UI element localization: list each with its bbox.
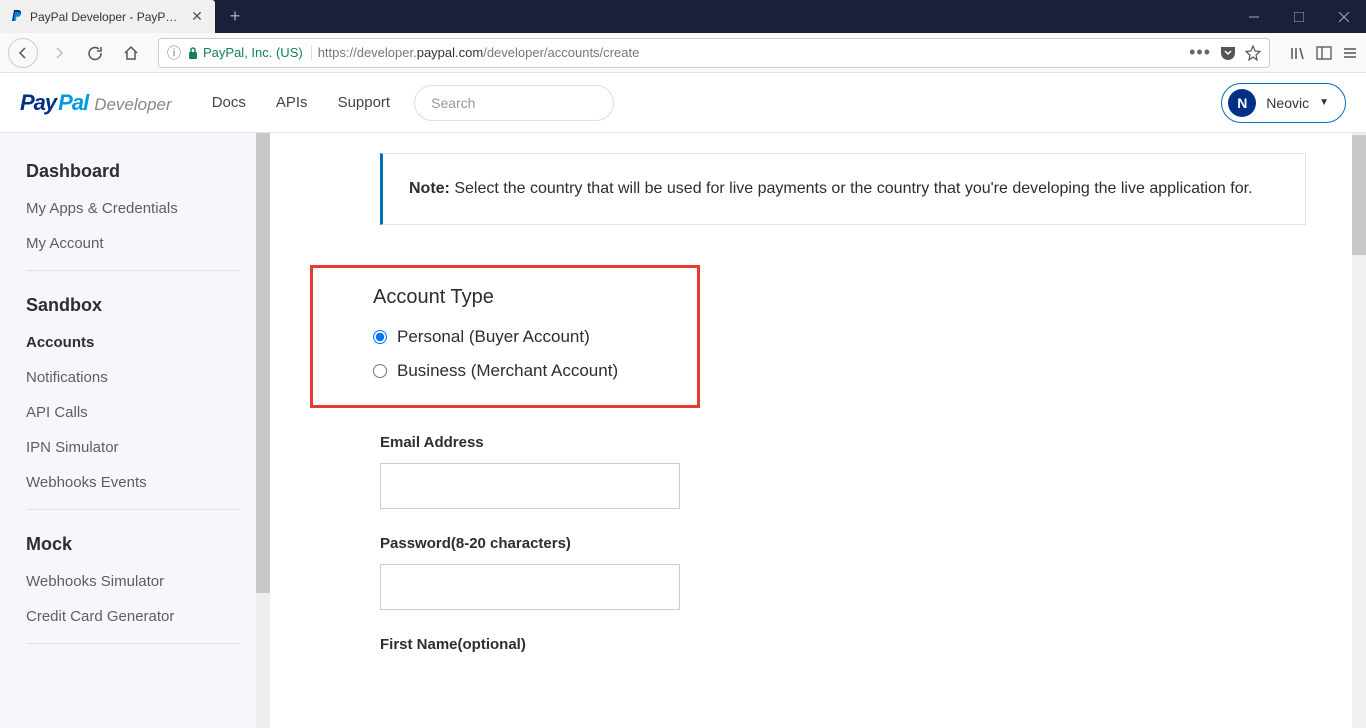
tab-title: PayPal Developer - PayPal Deve — [30, 10, 183, 24]
close-window-button[interactable] — [1321, 0, 1366, 33]
note-label: Note: — [409, 180, 450, 197]
sidebar-item-api-calls[interactable]: API Calls — [26, 404, 270, 421]
divider — [26, 509, 240, 510]
radio-personal-input[interactable] — [373, 330, 387, 344]
sidebar-item-ipn[interactable]: IPN Simulator — [26, 439, 270, 456]
browser-titlebar: PayPal Developer - PayPal Deve ✕ + — [0, 0, 1366, 33]
note-text: Select the country that will be used for… — [450, 180, 1253, 197]
minimize-button[interactable] — [1231, 0, 1276, 33]
window-controls — [1231, 0, 1366, 33]
chevron-down-icon: ▼ — [1319, 97, 1329, 108]
browser-tab[interactable]: PayPal Developer - PayPal Deve ✕ — [0, 0, 215, 33]
sidebar-item-webhooks-events[interactable]: Webhooks Events — [26, 474, 270, 491]
sidebar-section-mock: Mock — [26, 534, 270, 555]
sidebar-item-accounts[interactable]: Accounts — [26, 334, 270, 351]
content-scrollbar[interactable] — [1352, 133, 1366, 728]
sidebar-scrollbar[interactable] — [256, 133, 270, 728]
user-avatar: N — [1228, 89, 1256, 117]
password-label: Password(8-20 characters) — [380, 535, 1306, 552]
info-icon[interactable]: ⓘ — [167, 43, 181, 63]
top-nav: Docs APIs Support — [212, 94, 390, 111]
sidebar-section-dashboard: Dashboard — [26, 161, 270, 182]
bookmark-icon[interactable] — [1245, 45, 1261, 61]
search-input[interactable] — [414, 85, 614, 121]
new-tab-button[interactable]: + — [221, 3, 249, 31]
email-field[interactable] — [380, 463, 680, 509]
account-type-highlight: Account Type Personal (Buyer Account) Bu… — [310, 265, 700, 408]
user-menu[interactable]: N Neovic ▼ — [1221, 83, 1346, 123]
divider — [26, 643, 240, 644]
maximize-button[interactable] — [1276, 0, 1321, 33]
sidebar-item-cc-gen[interactable]: Credit Card Generator — [26, 608, 270, 625]
firstname-label: First Name(optional) — [380, 636, 1306, 653]
home-button[interactable] — [116, 38, 146, 68]
lock-icon — [187, 46, 199, 60]
nav-docs[interactable]: Docs — [212, 94, 246, 111]
note-box: Note: Select the country that will be us… — [380, 153, 1306, 225]
user-name: Neovic — [1266, 95, 1309, 111]
email-label: Email Address — [380, 434, 1306, 451]
sidebar-section-sandbox: Sandbox — [26, 295, 270, 316]
divider — [26, 270, 240, 271]
radio-business[interactable]: Business (Merchant Account) — [373, 361, 637, 381]
paypal-developer-logo[interactable]: PayPal Developer — [20, 90, 172, 116]
sidebar-item-apps[interactable]: My Apps & Credentials — [26, 200, 270, 217]
nav-apis[interactable]: APIs — [276, 94, 308, 111]
library-icon[interactable] — [1290, 45, 1306, 61]
browser-toolbar: ⓘ PayPal, Inc. (US) https://developer.pa… — [0, 33, 1366, 73]
url-text: https://developer.paypal.com/developer/a… — [318, 45, 1183, 60]
page-actions-icon[interactable]: ••• — [1189, 42, 1211, 63]
account-type-title: Account Type — [373, 286, 637, 309]
url-bar[interactable]: ⓘ PayPal, Inc. (US) https://developer.pa… — [158, 38, 1270, 68]
password-field[interactable] — [380, 564, 680, 610]
reload-button[interactable] — [80, 38, 110, 68]
radio-business-input[interactable] — [373, 364, 387, 378]
nav-support[interactable]: Support — [338, 94, 391, 111]
menu-icon[interactable] — [1342, 45, 1358, 61]
app-topbar: PayPal Developer Docs APIs Support N Neo… — [0, 73, 1366, 133]
close-tab-icon[interactable]: ✕ — [189, 9, 205, 25]
sidebar-item-webhooks-sim[interactable]: Webhooks Simulator — [26, 573, 270, 590]
sidebar: Dashboard My Apps & Credentials My Accou… — [0, 133, 270, 728]
paypal-favicon-icon — [10, 10, 24, 24]
radio-personal[interactable]: Personal (Buyer Account) — [373, 327, 637, 347]
site-identity[interactable]: PayPal, Inc. (US) — [187, 45, 312, 60]
forward-button[interactable] — [44, 38, 74, 68]
pocket-icon[interactable] — [1219, 44, 1237, 62]
sidebar-item-notifications[interactable]: Notifications — [26, 369, 270, 386]
content-area: Note: Select the country that will be us… — [270, 133, 1366, 728]
sidebar-icon[interactable] — [1316, 45, 1332, 61]
back-button[interactable] — [8, 38, 38, 68]
sidebar-item-account[interactable]: My Account — [26, 235, 270, 252]
